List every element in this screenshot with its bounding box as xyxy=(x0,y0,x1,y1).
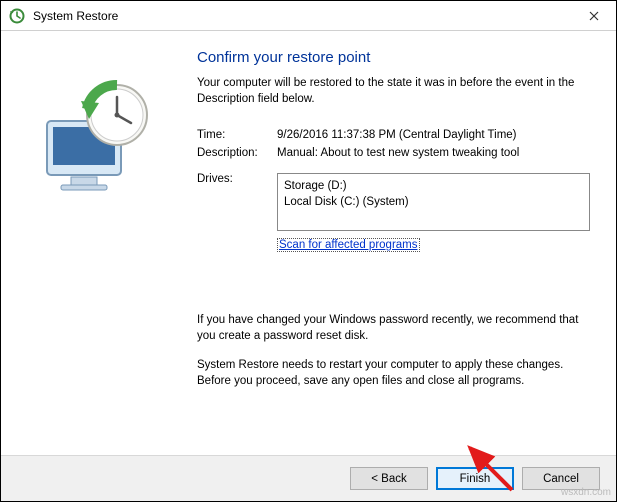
restart-note: System Restore needs to restart your com… xyxy=(197,358,590,389)
content-column: Confirm your restore point Your computer… xyxy=(191,49,596,455)
time-value: 9/26/2016 11:37:38 PM (Central Daylight … xyxy=(277,129,590,141)
system-restore-window: System Restore xyxy=(0,0,617,502)
restore-info: Time: 9/26/2016 11:37:38 PM (Central Day… xyxy=(197,129,590,251)
titlebar: System Restore xyxy=(1,1,616,31)
page-subtext: Your computer will be restored to the st… xyxy=(197,76,590,107)
time-label: Time: xyxy=(197,129,277,141)
close-button[interactable] xyxy=(571,1,616,30)
system-restore-icon xyxy=(9,8,25,24)
restore-illustration-icon xyxy=(31,71,161,201)
window-title: System Restore xyxy=(33,9,118,23)
password-note: If you have changed your Windows passwor… xyxy=(197,313,590,344)
back-button[interactable]: < Back xyxy=(350,467,428,490)
drives-label: Drives: xyxy=(197,173,277,231)
description-label: Description: xyxy=(197,147,277,159)
drives-listbox[interactable]: Storage (D:) Local Disk (C:) (System) xyxy=(277,173,590,231)
icon-column xyxy=(21,49,191,455)
description-value: Manual: About to test new system tweakin… xyxy=(277,147,590,159)
drive-item: Local Disk (C:) (System) xyxy=(284,194,583,210)
button-bar: < Back Finish Cancel xyxy=(1,455,616,501)
dialog-body: Confirm your restore point Your computer… xyxy=(1,31,616,455)
drive-item: Storage (D:) xyxy=(284,178,583,194)
watermark: wsxdn.com xyxy=(561,487,611,498)
scan-affected-programs-link[interactable]: Scan for affected programs xyxy=(277,238,420,252)
finish-button[interactable]: Finish xyxy=(436,467,514,490)
page-heading: Confirm your restore point xyxy=(197,49,590,66)
